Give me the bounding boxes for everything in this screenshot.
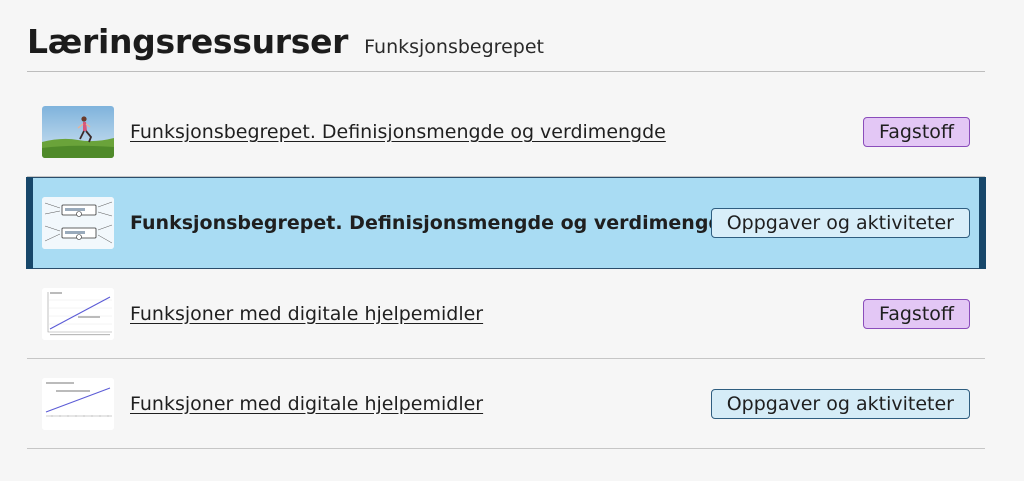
page-header: Læringsressurser Funksjonsbegrepet <box>27 22 985 72</box>
resource-title-link[interactable]: Funksjonsbegrepet. Definisjonsmengde og … <box>130 121 666 143</box>
resource-type-badge: Oppgaver og aktiviteter <box>710 208 970 238</box>
resource-item-active[interactable]: Funksjonsbegrepet. Definisjonsmengde og … <box>26 177 986 269</box>
page-subtitle: Funksjonsbegrepet <box>364 36 544 58</box>
resource-type-badge: Fagstoff <box>863 298 970 329</box>
resource-type-badge: Fagstoff <box>863 117 970 147</box>
resource-title-link[interactable]: Funksjonsbegrepet. Definisjonsmengde og … <box>130 212 735 234</box>
resource-title-link[interactable]: Funksjoner med digitale hjelpemidler <box>130 393 483 415</box>
resource-type-badge: Oppgaver og aktiviteter <box>710 388 970 419</box>
function-machine-thumbnail[interactable] <box>42 197 114 249</box>
runner-photo-thumbnail[interactable] <box>42 106 114 158</box>
line-graph-thumbnail[interactable] <box>42 377 114 430</box>
resource-item[interactable]: Funksjoner med digitale hjelpemidler Opp… <box>27 359 985 449</box>
resource-title-link[interactable]: Funksjoner med digitale hjelpemidler <box>130 303 483 325</box>
resource-item[interactable]: Funksjoner med digitale hjelpemidler Fag… <box>27 269 985 359</box>
resource-list: Funksjonsbegrepet. Definisjonsmengde og … <box>26 88 986 449</box>
resource-item[interactable]: Funksjonsbegrepet. Definisjonsmengde og … <box>27 88 985 177</box>
page-title: Læringsressurser <box>27 22 349 61</box>
line-graph-thumbnail[interactable] <box>42 287 114 340</box>
